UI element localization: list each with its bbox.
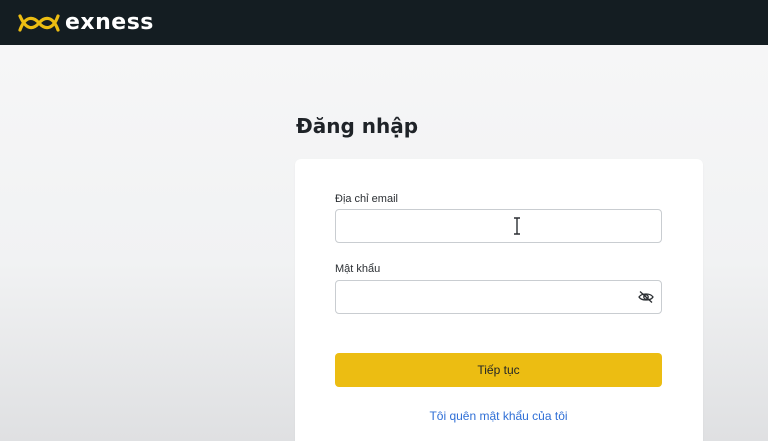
eye-off-icon[interactable] [638, 290, 654, 304]
password-label: Mật khẩu [335, 263, 381, 275]
exness-logo[interactable]: exness [17, 9, 154, 35]
exness-logo-icon [18, 13, 60, 32]
forgot-password-link[interactable]: Tôi quên mật khẩu của tôi [335, 409, 662, 423]
email-label: Địa chỉ email [335, 193, 398, 205]
text-cursor-icon [514, 217, 520, 235]
top-bar: exness [0, 0, 768, 45]
brand-name: exness [65, 9, 154, 35]
email-input[interactable] [335, 209, 662, 243]
password-input[interactable] [335, 280, 662, 314]
login-card: Địa chỉ email Mật khẩu Tiếp tục Tôi quên… [295, 159, 703, 441]
page-title: Đăng nhập [296, 114, 419, 138]
continue-button[interactable]: Tiếp tục [335, 353, 662, 387]
